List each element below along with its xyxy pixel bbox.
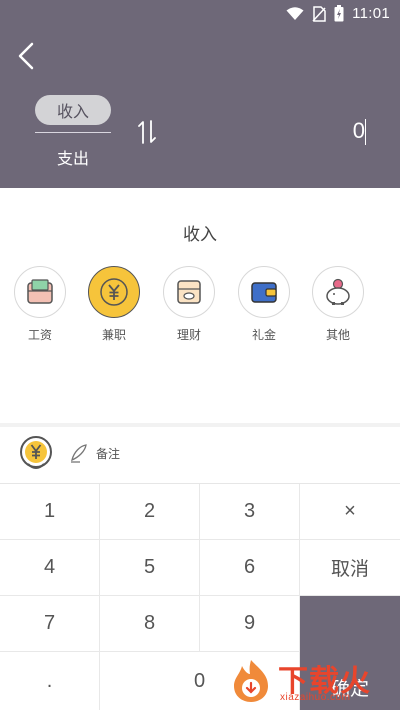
no-sim-icon: [312, 5, 326, 22]
key-3[interactable]: 3: [200, 484, 300, 540]
chevron-left-icon: [18, 42, 34, 70]
category-circle: [163, 266, 215, 318]
piggy-bank-icon: [326, 278, 350, 305]
key-decimal[interactable]: .: [0, 652, 100, 710]
status-time: 11:01: [352, 5, 390, 22]
salary-icon: [27, 279, 53, 304]
cancel-key[interactable]: 取消: [300, 540, 400, 596]
category-section: 收入 工资 兼职 理财 礼金 其他: [0, 188, 400, 423]
note-row: 备注: [0, 427, 400, 483]
category-label: 兼职: [101, 328, 126, 342]
category-label: 其他: [325, 328, 350, 342]
status-bar: 11:01: [0, 0, 400, 28]
key-2[interactable]: 2: [100, 484, 200, 540]
category-salary[interactable]: 工资: [12, 266, 68, 343]
category-label: 工资: [27, 328, 52, 342]
category-part-time[interactable]: 兼职: [86, 266, 142, 343]
category-title: 收入: [183, 225, 217, 245]
back-button[interactable]: [14, 40, 38, 72]
category-finance[interactable]: 理财: [161, 266, 217, 343]
swap-button[interactable]: [136, 118, 158, 146]
wifi-icon: [286, 6, 304, 20]
number-keypad: 1 2 3 × 4 5 6 取消 7 8 9 . 0 确定: [0, 483, 400, 710]
category-other[interactable]: 其他: [310, 266, 366, 343]
type-toggle: 收入 支出: [35, 95, 111, 169]
finance-icon: [177, 280, 201, 304]
key-6[interactable]: 6: [200, 540, 300, 596]
key-1[interactable]: 1: [0, 484, 100, 540]
category-circle: [238, 266, 290, 318]
income-tab[interactable]: 收入: [35, 95, 111, 125]
wallet-icon: [251, 282, 277, 303]
key-5[interactable]: 5: [100, 540, 200, 596]
battery-charging-icon: [334, 5, 344, 22]
expense-tab[interactable]: 支出: [35, 145, 111, 169]
confirm-button[interactable]: 确定: [300, 596, 400, 710]
swap-arrows-icon: [138, 120, 156, 144]
amount-display: 0: [352, 118, 365, 143]
note-button[interactable]: 备注: [68, 442, 120, 464]
header-bar: 11:01 收入 支出 0: [0, 0, 400, 188]
category-circle: [88, 266, 140, 318]
part-time-yuan-icon: [100, 278, 128, 306]
selected-category-icon: [20, 436, 52, 469]
category-circle: [312, 266, 364, 318]
toggle-divider: [35, 132, 111, 133]
category-circle: [14, 266, 66, 318]
key-delete[interactable]: ×: [300, 484, 400, 540]
key-0[interactable]: 0: [100, 652, 300, 710]
pen-icon: [71, 444, 87, 463]
key-7[interactable]: 7: [0, 596, 100, 652]
amount-caret: [364, 119, 366, 145]
category-label: 礼金: [251, 328, 276, 342]
category-gift-money[interactable]: 礼金: [236, 266, 292, 343]
key-4[interactable]: 4: [0, 540, 100, 596]
category-label: 理财: [176, 328, 201, 342]
key-9[interactable]: 9: [200, 596, 300, 652]
status-icons: 11:01: [286, 5, 390, 22]
note-label: 备注: [96, 446, 121, 461]
key-8[interactable]: 8: [100, 596, 200, 652]
